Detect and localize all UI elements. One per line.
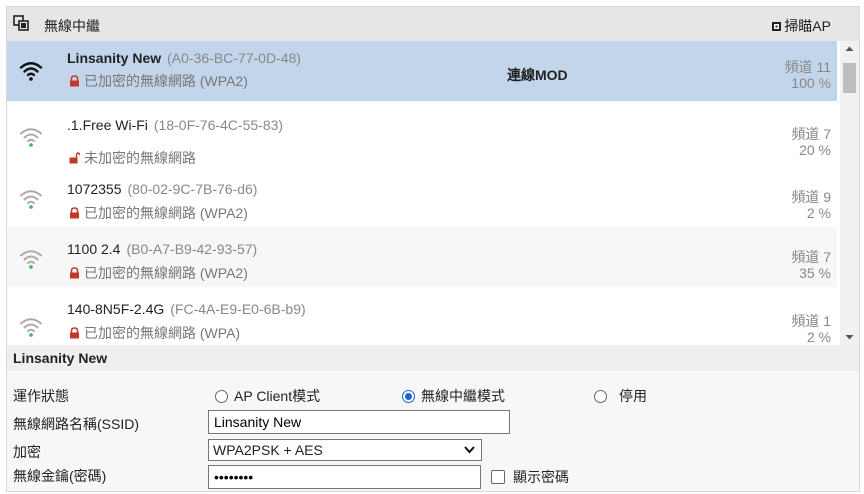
ap-ssid-text: 1072355 bbox=[67, 181, 122, 197]
encryption-select[interactable]: WPA2PSK + AES bbox=[208, 439, 482, 461]
mode-ap-client-radio[interactable]: AP Client模式 bbox=[215, 386, 320, 406]
ap-ssid: 140-8N5F-2.4G (FC-4A-E9-E0-6B-b9) bbox=[67, 301, 306, 317]
scroll-up-arrow-icon[interactable] bbox=[840, 41, 859, 57]
wifi-signal-icon bbox=[19, 62, 43, 81]
ap-signal: 2 % bbox=[806, 329, 831, 345]
ap-mac: (B0-A7-B9-42-93-57) bbox=[126, 241, 258, 257]
ap-list: Linsanity New (A0-36-BC-77-0D-48) 已加密的無線網… bbox=[7, 41, 859, 345]
encryption-value: WPA2PSK + AES bbox=[213, 442, 323, 458]
ap-channel: 頻道 7 bbox=[791, 249, 831, 265]
chevron-down-icon bbox=[464, 446, 475, 454]
ap-signal: 35 % bbox=[799, 265, 831, 281]
ap-security: 已加密的無線網路 (WPA2) bbox=[69, 263, 248, 283]
ap-signal: 2 % bbox=[806, 205, 831, 221]
show-password-label: 顯示密碼 bbox=[513, 469, 569, 485]
radio-circle[interactable] bbox=[215, 389, 228, 403]
ap-security-text: 已加密的無線網路 (WPA) bbox=[84, 325, 241, 341]
ap-list-scrollbar[interactable] bbox=[840, 41, 859, 345]
lock-icon bbox=[70, 327, 79, 339]
ap-mac: (FC-4A-E9-E0-6B-b9) bbox=[170, 301, 306, 317]
wireless-key-label: 無線金鑰(密碼) bbox=[13, 468, 107, 484]
encryption-label: 加密 bbox=[13, 444, 41, 460]
scan-ap-label: 掃瞄AP bbox=[784, 18, 831, 34]
ap-security-text: 未加密的無線網路 bbox=[84, 150, 196, 166]
ap-security-text: 已加密的無線網路 (WPA2) bbox=[84, 265, 248, 281]
ssid-label: 無線網路名稱(SSID) bbox=[13, 416, 139, 432]
scroll-down-arrow-icon[interactable] bbox=[840, 329, 859, 345]
ap-row-1072355[interactable]: 1072355 (80-02-9C-7B-76-d6) 已加密的無線網路 (WPA… bbox=[7, 167, 837, 227]
lock-icon bbox=[70, 207, 79, 219]
ap-channel: 頻道 7 bbox=[791, 126, 831, 142]
ap-ssid-text: .1.Free Wi-Fi bbox=[67, 117, 148, 133]
ap-ssid-text: Linsanity New bbox=[67, 50, 162, 66]
lock-icon bbox=[70, 267, 79, 279]
unlock-icon bbox=[69, 152, 80, 164]
checkbox-box[interactable] bbox=[491, 470, 505, 484]
ap-ssid: Linsanity New (A0-36-BC-77-0D-48) bbox=[67, 50, 301, 66]
radio-circle[interactable] bbox=[402, 389, 415, 403]
radio-circle[interactable] bbox=[594, 389, 607, 403]
wifi-signal-icon bbox=[20, 128, 42, 147]
ap-security: 已加密的無線網路 (WPA2) bbox=[69, 203, 248, 223]
ap-security-text: 已加密的無線網路 (WPA2) bbox=[84, 73, 248, 89]
panel-header: 無線中繼 掃瞄AP bbox=[7, 7, 859, 41]
ap-row-linsanity-new[interactable]: Linsanity New (A0-36-BC-77-0D-48) 已加密的無線網… bbox=[7, 41, 837, 101]
ap-channel: 頻道 1 bbox=[791, 313, 831, 329]
ap-ssid-text: 1100 2.4 bbox=[67, 241, 121, 257]
copy-window-icon bbox=[13, 15, 29, 31]
ap-mac: (80-02-9C-7B-76-d6) bbox=[127, 181, 258, 197]
wifi-signal-icon bbox=[20, 250, 42, 269]
page-title: 無線中繼 bbox=[44, 18, 100, 34]
ap-security: 已加密的無線網路 (WPA2) bbox=[69, 71, 248, 91]
ap-row-140-8n5f[interactable]: 140-8N5F-2.4G (FC-4A-E9-E0-6B-b9) 已加密的無線網… bbox=[7, 287, 837, 345]
mode-disabled-label: 停用 bbox=[619, 388, 647, 404]
ap-mac: (18-0F-76-4C-55-83) bbox=[153, 117, 284, 133]
ap-ssid-text: 140-8N5F-2.4G bbox=[67, 301, 165, 317]
ap-signal: 20 % bbox=[799, 142, 831, 158]
wireless-key-input[interactable] bbox=[208, 465, 481, 489]
wireless-repeater-panel: 無線中繼 掃瞄AP Linsanity New (A0-36-BC-77-0D-4… bbox=[6, 6, 860, 492]
selected-ap-header: Linsanity New bbox=[7, 345, 859, 371]
wifi-signal-icon bbox=[20, 190, 42, 209]
wifi-signal-icon bbox=[20, 318, 42, 337]
ap-ssid: 1100 2.4 (B0-A7-B9-42-93-57) bbox=[67, 241, 257, 257]
mode-label: 運作狀態 bbox=[13, 388, 69, 404]
ap-channel: 頻道 9 bbox=[791, 189, 831, 205]
ap-row-free-wifi[interactable]: .1.Free Wi-Fi (18-0F-76-4C-55-83) 未加密的無線網… bbox=[7, 101, 837, 167]
mode-repeater-label: 無線中繼模式 bbox=[421, 388, 505, 404]
ap-ssid: 1072355 (80-02-9C-7B-76-d6) bbox=[67, 181, 257, 197]
ap-mac: (A0-36-BC-77-0D-48) bbox=[167, 50, 301, 66]
mode-disabled-radio[interactable]: 停用 bbox=[594, 386, 647, 406]
selected-ap-name: Linsanity New bbox=[13, 350, 108, 366]
scan-ap-button[interactable]: 掃瞄AP bbox=[772, 16, 831, 36]
ap-security: 已加密的無線網路 (WPA) bbox=[69, 323, 240, 343]
ap-row-1100-2-4[interactable]: 1100 2.4 (B0-A7-B9-42-93-57) 已加密的無線網路 (WP… bbox=[7, 227, 837, 287]
ap-signal: 100 % bbox=[791, 75, 831, 91]
ap-status: 連線MOD bbox=[507, 67, 568, 83]
show-password-checkbox[interactable]: 顯示密碼 bbox=[491, 467, 569, 487]
lock-icon bbox=[70, 75, 79, 87]
ssid-input[interactable] bbox=[208, 410, 510, 434]
scrollbar-thumb[interactable] bbox=[843, 63, 856, 93]
scan-icon bbox=[772, 21, 782, 31]
ap-security: 未加密的無線網路 bbox=[69, 148, 196, 168]
repeater-settings-form: 運作狀態 AP Client模式 無線中繼模式 停用 無線網路名稱(SSID) … bbox=[7, 371, 859, 491]
mode-repeater-radio[interactable]: 無線中繼模式 bbox=[402, 386, 505, 406]
ap-channel: 頻道 11 bbox=[784, 59, 831, 75]
mode-ap-client-label: AP Client模式 bbox=[234, 388, 321, 404]
ap-ssid: .1.Free Wi-Fi (18-0F-76-4C-55-83) bbox=[67, 117, 283, 133]
ap-security-text: 已加密的無線網路 (WPA2) bbox=[84, 205, 248, 221]
